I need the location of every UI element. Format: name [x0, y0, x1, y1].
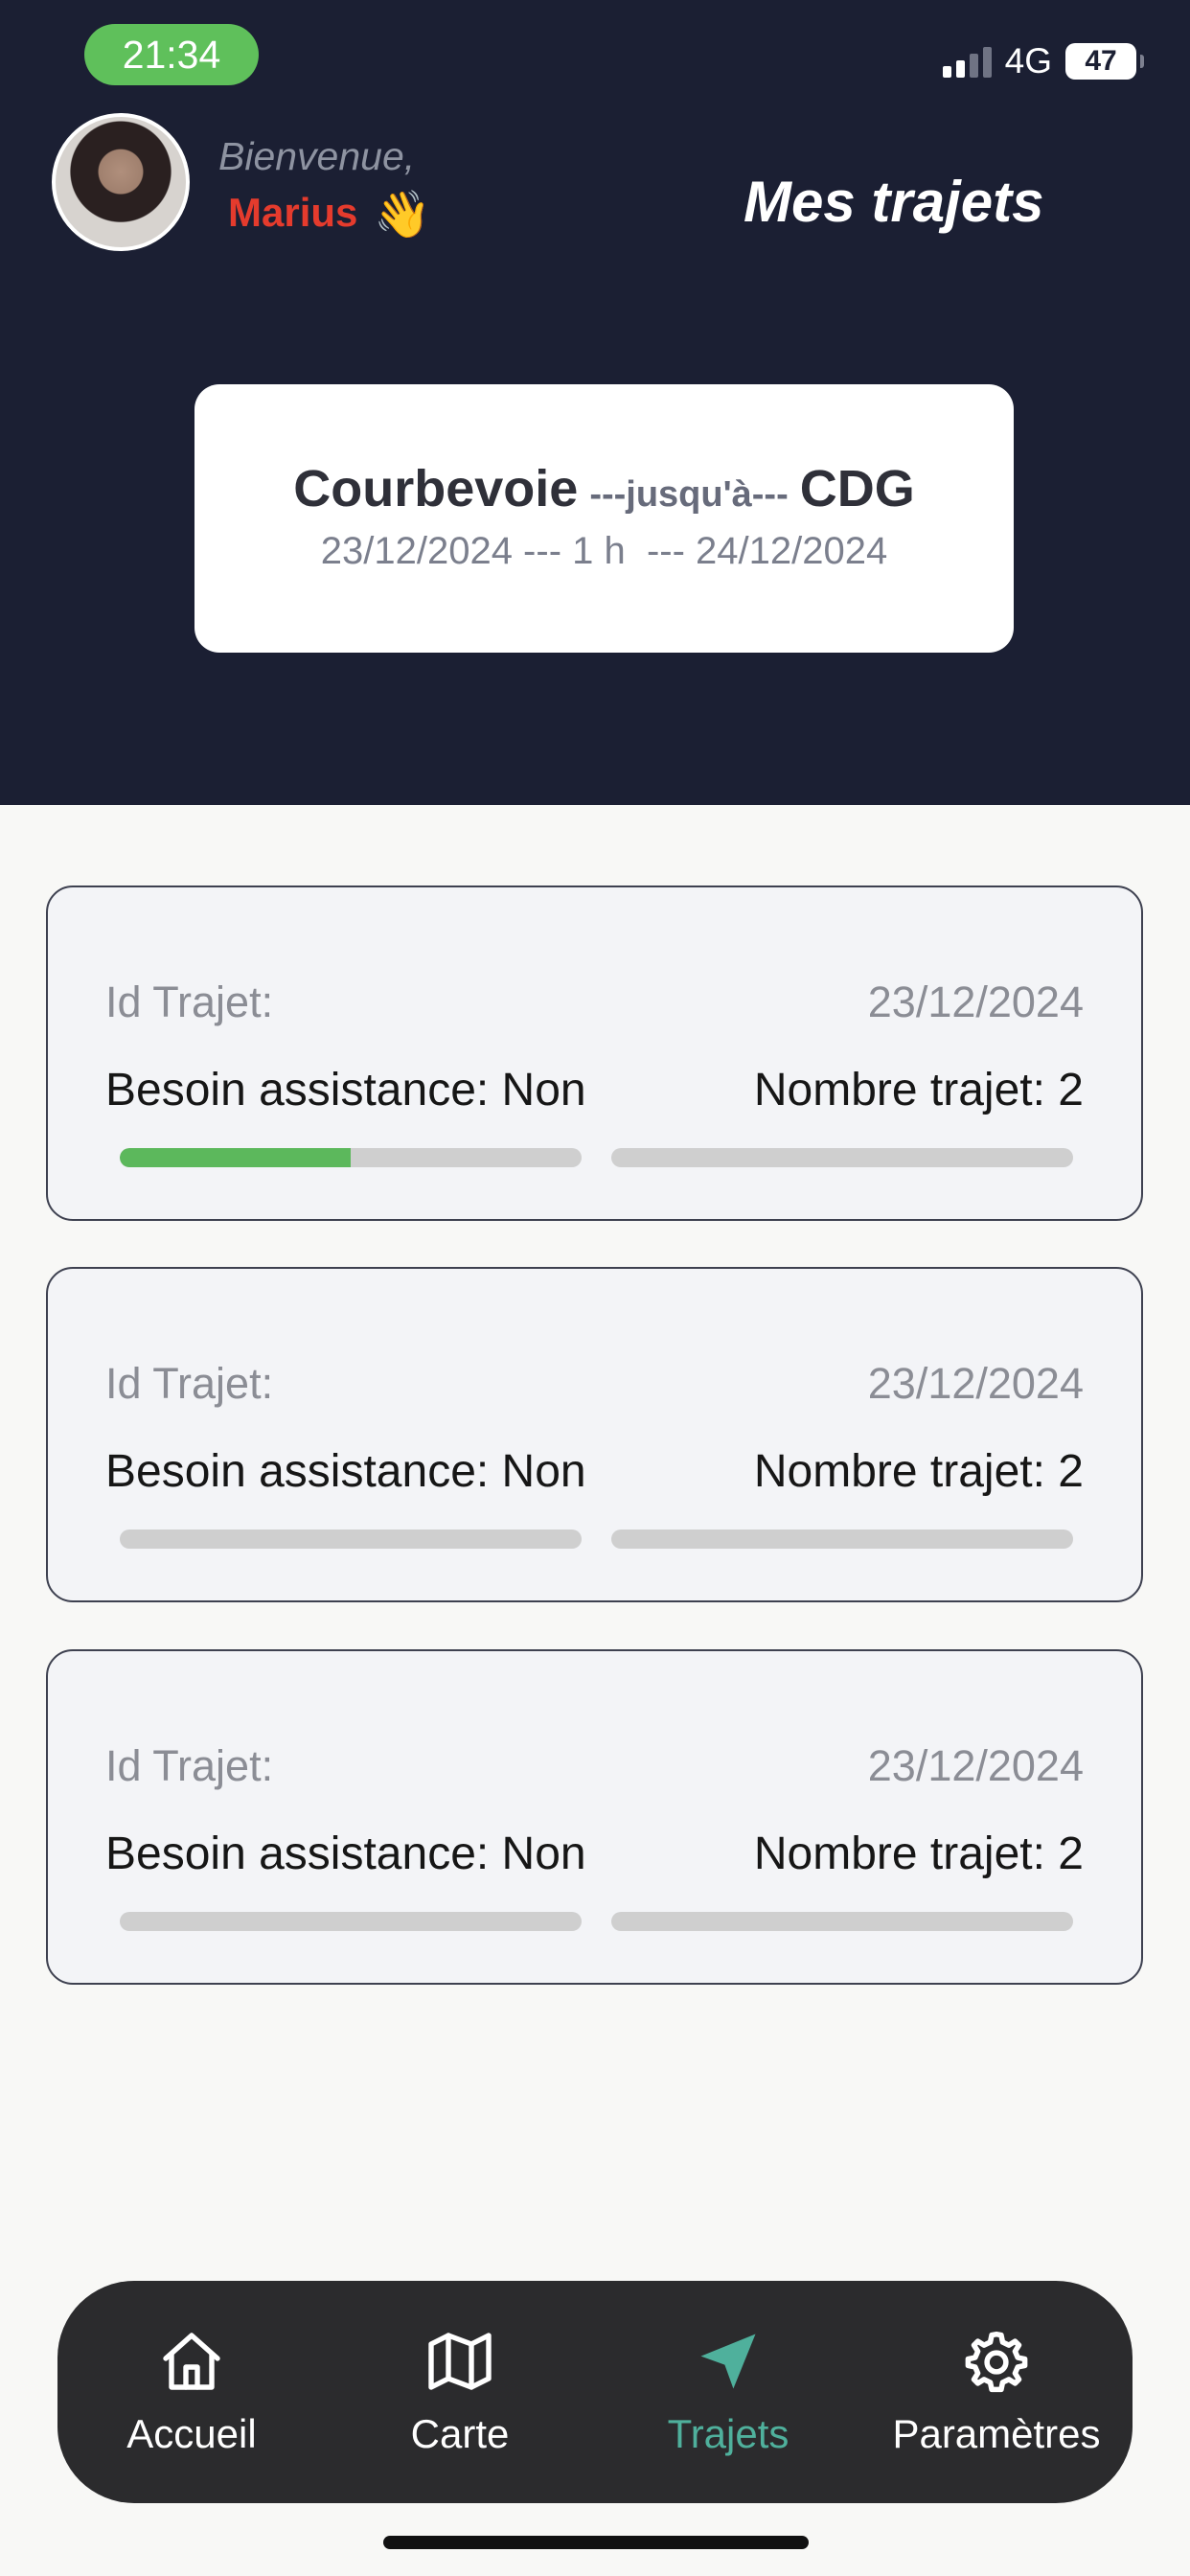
trip-id-label: Id Trajet: [105, 1359, 274, 1408]
trip-progress-bar [120, 1912, 582, 1931]
trip-assistance: Besoin assistance: Non [105, 1446, 586, 1497]
map-icon [428, 2333, 492, 2390]
bottom-tab-bar: Accueil Carte Trajets Paramètres [57, 2281, 1133, 2503]
wave-emoji: 👋 [374, 190, 431, 241]
navigation-icon [700, 2334, 756, 2389]
gear-icon [965, 2331, 1028, 2393]
trip-card[interactable]: Id Trajet: 23/12/2024 Besoin assistance:… [46, 1267, 1143, 1602]
trip-date: 23/12/2024 [867, 978, 1084, 1026]
header: 21:34 4G 47 Bienvenue, Marius 👋 Mes traj… [0, 0, 1190, 805]
page-title: Mes trajets [744, 170, 1044, 234]
status-time: 21:34 [84, 24, 259, 85]
trip-progress-bar [611, 1912, 1073, 1931]
route-card[interactable]: Courbevoie ---jusqu'à--- CDG 23/12/2024 --… [195, 384, 1014, 653]
trip-date: 23/12/2024 [867, 1741, 1084, 1790]
status-indicators: 4G 47 [942, 41, 1144, 80]
tab-carte[interactable]: Carte [326, 2281, 594, 2503]
battery-icon: 47 [1065, 43, 1144, 80]
trip-progress-fill [120, 1148, 351, 1167]
avatar[interactable] [52, 113, 190, 251]
trip-card[interactable]: Id Trajet: 23/12/2024 Besoin assistance:… [46, 886, 1143, 1221]
network-type: 4G [1004, 41, 1052, 80]
signal-icon [942, 45, 992, 78]
route-dates: 23/12/2024 --- 1 h --- 24/12/2024 [320, 530, 888, 572]
tab-label: Paramètres [892, 2411, 1101, 2456]
route-origin: Courbevoie [293, 460, 579, 518]
greeting-text: Bienvenue, [218, 134, 416, 178]
trip-id-label: Id Trajet: [105, 1741, 274, 1790]
trip-assistance: Besoin assistance: Non [105, 1065, 586, 1116]
trip-progress-bar [611, 1148, 1073, 1167]
trip-card[interactable]: Id Trajet: 23/12/2024 Besoin assistance:… [46, 1649, 1143, 1985]
route-separator: ---jusqu'à--- [589, 474, 789, 515]
trip-date: 23/12/2024 [867, 1359, 1084, 1408]
tab-accueil[interactable]: Accueil [57, 2281, 326, 2503]
home-icon [163, 2333, 220, 2390]
route-destination: CDG [799, 460, 915, 518]
tab-label: Accueil [126, 2411, 257, 2456]
home-indicator [383, 2536, 809, 2549]
trip-count: Nombre trajet: 2 [753, 1446, 1084, 1497]
trip-progress-bar [611, 1530, 1073, 1549]
tab-label: Carte [410, 2411, 510, 2456]
route-line: Courbevoie ---jusqu'à--- CDG [195, 459, 1014, 518]
trip-assistance: Besoin assistance: Non [105, 1828, 586, 1879]
tab-trajets[interactable]: Trajets [594, 2281, 862, 2503]
username: Marius [228, 190, 358, 235]
trip-count: Nombre trajet: 2 [753, 1065, 1084, 1116]
trip-progress-bar [120, 1148, 582, 1167]
trip-count: Nombre trajet: 2 [753, 1828, 1084, 1879]
trip-progress-bar [120, 1530, 582, 1549]
tab-label: Trajets [667, 2411, 790, 2456]
trip-id-label: Id Trajet: [105, 978, 274, 1026]
tab-parametres[interactable]: Paramètres [862, 2281, 1131, 2503]
